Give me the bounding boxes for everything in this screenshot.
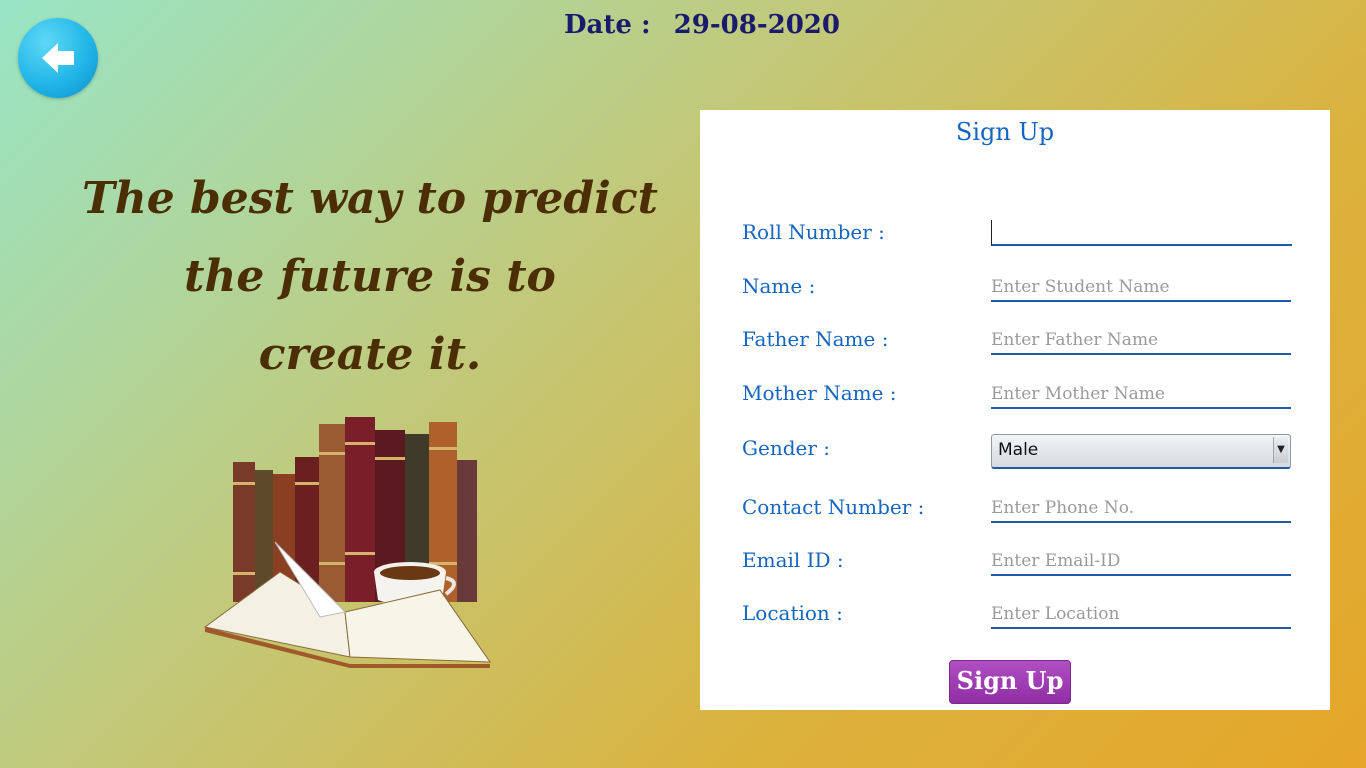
- date-display: Date : 29-08-2020: [0, 10, 1366, 40]
- contact-number-label: Contact Number :: [742, 495, 925, 519]
- gender-select[interactable]: Male ▼: [991, 434, 1291, 469]
- location-label: Location :: [742, 601, 843, 625]
- student-name-input[interactable]: [991, 274, 1291, 302]
- father-name-label: Father Name :: [742, 327, 889, 351]
- mother-name-label: Mother Name :: [742, 381, 897, 405]
- chevron-down-icon: ▼: [1273, 437, 1288, 463]
- phone-input[interactable]: [991, 495, 1291, 523]
- quote-line-3: create it.: [258, 329, 482, 380]
- father-name-input[interactable]: [991, 327, 1291, 355]
- quote-line-2: the future is to: [184, 251, 556, 302]
- quote-line-1: The best way to predict: [81, 173, 659, 224]
- roll-number-label: Roll Number :: [742, 220, 885, 244]
- location-input[interactable]: [991, 601, 1291, 629]
- date-label: Date :: [564, 10, 651, 40]
- books-and-coffee-image: [203, 417, 491, 668]
- email-input[interactable]: [991, 548, 1291, 576]
- arrow-left-icon: [42, 43, 74, 73]
- gender-selected-value: Male: [998, 440, 1039, 460]
- mother-name-input[interactable]: [991, 381, 1291, 409]
- date-value: 29-08-2020: [673, 10, 840, 40]
- sign-up-button[interactable]: Sign Up: [949, 660, 1071, 704]
- signup-form: Sign Up Roll Number : Name : Father Name…: [700, 110, 1330, 710]
- gender-label: Gender :: [742, 436, 830, 460]
- roll-number-input[interactable]: [991, 220, 1292, 246]
- form-title: Sign Up: [955, 118, 1055, 146]
- quote-text: The best way to predict the future is to…: [60, 160, 680, 394]
- name-label: Name :: [742, 274, 816, 298]
- email-label: Email ID :: [742, 548, 844, 572]
